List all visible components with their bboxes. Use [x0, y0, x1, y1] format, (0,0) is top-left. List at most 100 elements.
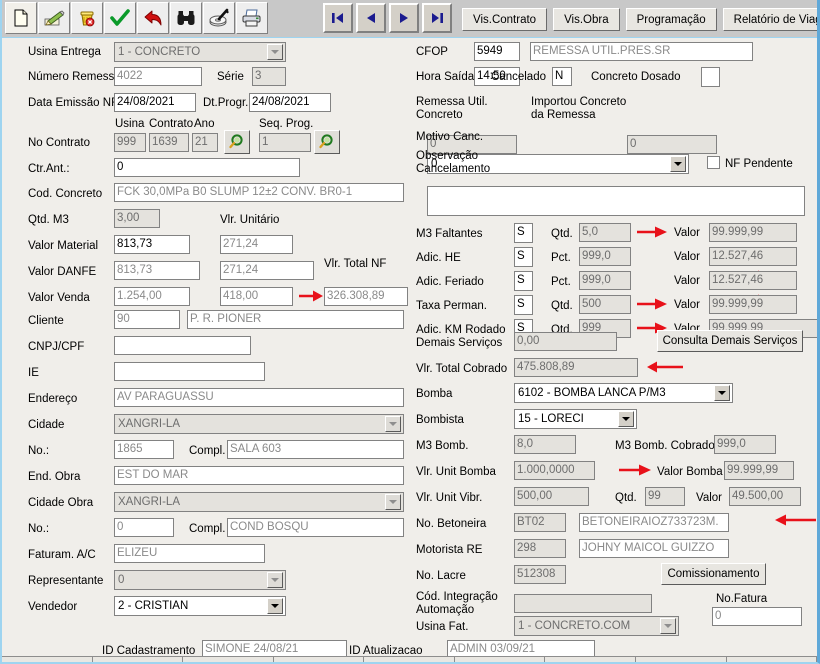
vlr-total-cobrado-input[interactable]: 475.808,89: [514, 358, 638, 377]
faturam-ac-input[interactable]: ELIZEU: [114, 544, 265, 563]
demais-servicos-input[interactable]: 0,00: [514, 332, 617, 351]
m3-bomb-cobrado-input[interactable]: 999,0: [714, 435, 776, 454]
usina-entrega-select[interactable]: 1 - CONCRETO: [114, 42, 286, 62]
adicional-valor-input-3[interactable]: 99.999,99: [709, 295, 797, 314]
vlr-total-nf-input[interactable]: 326.308,89: [324, 287, 408, 306]
vibr-valor-input[interactable]: 49.500,00: [729, 487, 801, 506]
serie-input[interactable]: 3: [252, 67, 286, 86]
nf-pendente-checkbox[interactable]: [707, 156, 720, 169]
no-betoneira-cod-input[interactable]: BT02: [514, 513, 566, 532]
compl-obra-input[interactable]: COND BOSQU: [227, 518, 404, 537]
adicional-flag-0[interactable]: S: [514, 223, 533, 243]
motorista-nome-input[interactable]: JOHNY MAICOL GUIZZO: [579, 539, 729, 558]
adicional-qty-input-3[interactable]: 500: [579, 295, 631, 314]
chevron-down-icon[interactable]: [385, 494, 401, 510]
adicional-valor-input-0[interactable]: 99.999,99: [709, 223, 797, 242]
valor-material-unit-input[interactable]: 271,24: [220, 235, 293, 254]
comissionamento-button[interactable]: Comissionamento: [661, 563, 766, 585]
bottom-tab[interactable]: [364, 656, 455, 662]
dt-progr-input[interactable]: 24/08/2021: [249, 93, 331, 112]
qtd-m3-input[interactable]: 3,00: [114, 209, 160, 228]
data-emissao-nf-input[interactable]: 24/08/2021: [114, 93, 196, 112]
no-lacre-input[interactable]: 512308: [514, 565, 566, 584]
tab-programacao[interactable]: Programação: [625, 8, 717, 31]
valor-danfe-input[interactable]: 813,73: [114, 261, 200, 280]
adicional-valor-input-1[interactable]: 12.527,46: [709, 247, 797, 266]
valor-venda-unit-input[interactable]: 418,00: [220, 287, 293, 306]
chevron-down-icon[interactable]: [714, 385, 730, 401]
compl-input[interactable]: SALA 603: [227, 440, 404, 459]
representante-select[interactable]: 0: [114, 570, 286, 590]
concreto-dosado-input[interactable]: [701, 67, 720, 87]
printer-icon[interactable]: [236, 2, 268, 34]
bottom-tab[interactable]: [545, 656, 636, 662]
usina-fat-select[interactable]: 1 - CONCRETO.COM: [514, 616, 679, 636]
vendedor-select[interactable]: 2 - CRISTIAN: [114, 596, 286, 616]
chevron-down-icon[interactable]: [385, 416, 401, 432]
chevron-down-icon[interactable]: [267, 598, 283, 614]
cfop-code-input[interactable]: 5949: [474, 42, 520, 61]
tab-relatorio-viagem[interactable]: Relatório de Viagem: [722, 8, 817, 31]
cfop-desc-input[interactable]: REMESSA UTIL.PRES.SR: [530, 42, 753, 61]
valor-material-input[interactable]: 813,73: [114, 235, 190, 254]
binoculars-search-icon[interactable]: [170, 2, 202, 34]
cidade-select[interactable]: XANGRI-LA: [114, 414, 404, 434]
vlr-unit-vibr-input[interactable]: 500,00: [514, 487, 589, 506]
tab-vis-obra[interactable]: Vis.Obra: [553, 8, 620, 31]
ie-input[interactable]: [114, 362, 265, 381]
new-document-icon[interactable]: [5, 2, 37, 34]
cliente-cod-input[interactable]: 90: [114, 310, 180, 329]
bomba-select[interactable]: 6102 - BOMBA LANCA P/M3: [514, 383, 733, 403]
bottom-tab[interactable]: [726, 656, 817, 662]
bottom-tab[interactable]: [454, 656, 546, 662]
nav-prev-button[interactable]: [356, 3, 386, 33]
nav-next-button[interactable]: [389, 3, 419, 33]
valor-venda-input[interactable]: 1.254,00: [114, 287, 190, 306]
valor-bomba-input[interactable]: 99.999,99: [724, 461, 794, 480]
valor-danfe-unit-input[interactable]: 271,24: [220, 261, 314, 280]
ctr-ant-input[interactable]: 0: [114, 158, 300, 177]
adicional-flag-1[interactable]: S: [514, 247, 533, 267]
no-betoneira-desc-input[interactable]: BETONEIRAIOZ733723M.: [579, 513, 729, 532]
bottom-tab[interactable]: [273, 656, 365, 662]
vlr-unit-bomba-input[interactable]: 1.000,0000: [514, 461, 595, 480]
tab-vis-contrato[interactable]: Vis.Contrato: [462, 8, 548, 31]
end-obra-input[interactable]: EST DO MAR: [114, 466, 404, 485]
chevron-down-icon[interactable]: [670, 156, 686, 172]
m3-bomb-input[interactable]: 8,0: [514, 435, 576, 454]
contrato-input[interactable]: 1639: [149, 133, 189, 152]
adicional-valor-input-2[interactable]: 12.527,46: [709, 271, 797, 290]
numero-remessa-input[interactable]: 4022: [114, 67, 202, 86]
cod-concreto-input[interactable]: FCK 30,0MPa B0 SLUMP 12±2 CONV. BR0-1: [114, 183, 404, 202]
magnifier-disk-icon[interactable]: [203, 2, 235, 34]
nav-last-button[interactable]: [422, 3, 452, 33]
no-obra-input[interactable]: 0: [114, 518, 174, 537]
adicional-qty-input-2[interactable]: 999,0: [579, 271, 631, 290]
endereco-input[interactable]: AV PARAGUASSU: [114, 388, 404, 407]
chevron-down-icon[interactable]: [267, 572, 283, 588]
buscar-seq-prog-button[interactable]: [314, 130, 340, 154]
bottom-tab[interactable]: [635, 656, 727, 662]
importou-concreto-input[interactable]: 0: [627, 135, 717, 154]
edit-pencil-icon[interactable]: [38, 2, 70, 34]
no-fatura-input[interactable]: 0: [712, 607, 802, 626]
adicional-flag-2[interactable]: S: [514, 271, 533, 291]
observacao-cancelamento-textarea[interactable]: [427, 186, 805, 216]
ano-input[interactable]: 21: [192, 133, 218, 152]
confirm-check-icon[interactable]: [104, 2, 136, 34]
bottom-tab[interactable]: [92, 656, 184, 662]
seq-prog-input[interactable]: 1: [259, 133, 311, 152]
buscar-contrato-button[interactable]: [224, 130, 250, 154]
bombista-select[interactable]: 15 - LORECI: [514, 409, 637, 429]
adicional-qty-input-1[interactable]: 999,0: [579, 247, 631, 266]
motorista-cod-input[interactable]: 298: [514, 539, 566, 558]
nav-first-button[interactable]: [323, 3, 353, 33]
cliente-nome-input[interactable]: P. R. PIONER: [187, 310, 404, 329]
consulta-demais-servicos-button[interactable]: Consulta Demais Serviços: [657, 330, 803, 352]
cancelado-input[interactable]: N: [552, 67, 572, 86]
adicional-flag-3[interactable]: S: [514, 295, 533, 315]
vibr-qtd-input[interactable]: 99: [645, 487, 685, 506]
delete-trash-icon[interactable]: [71, 2, 103, 34]
bottom-tab[interactable]: [183, 656, 274, 662]
chevron-down-icon[interactable]: [618, 411, 634, 427]
